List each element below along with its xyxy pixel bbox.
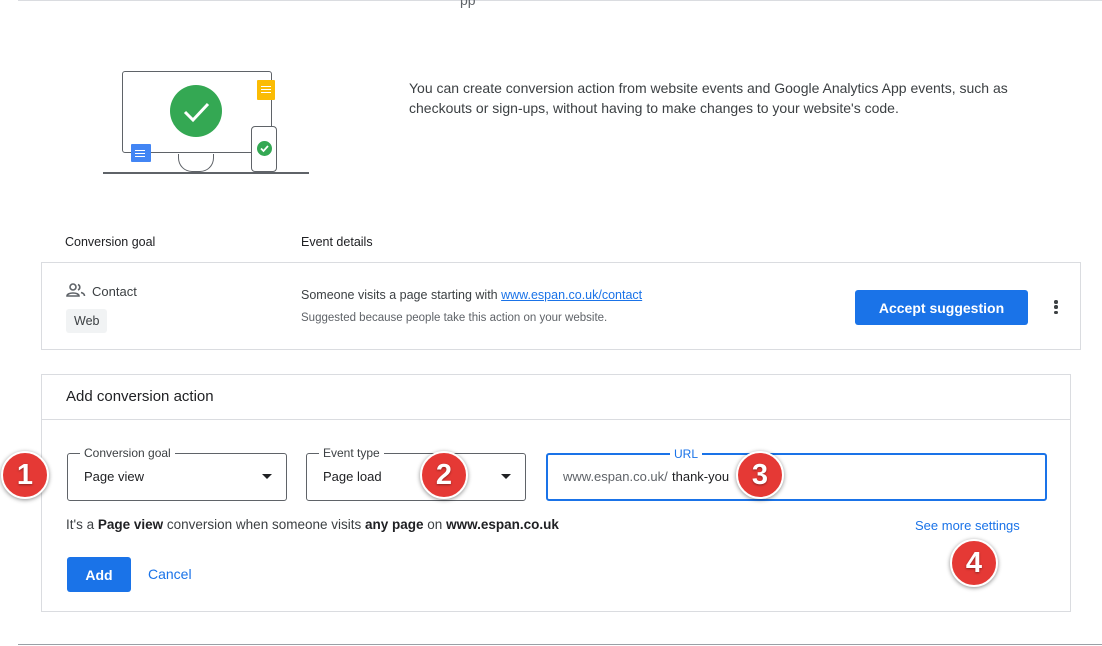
conversion-goal-value: Page view [84, 469, 144, 484]
callout-badge-4: 4 [950, 539, 998, 587]
phone-graphic [251, 126, 277, 172]
callout-badge-3: 3 [736, 451, 784, 499]
helper-domain: www.espan.co.uk [446, 517, 559, 532]
callout-badge-1: 1 [1, 451, 49, 499]
ground-line [103, 172, 309, 174]
conversion-illustration [100, 68, 312, 176]
add-conversion-card: Add conversion action Conversion goal Pa… [41, 374, 1071, 612]
yellow-note-icon [257, 80, 275, 100]
dropdown-arrow-icon [262, 474, 272, 479]
add-conversion-title: Add conversion action [66, 388, 214, 405]
url-label: URL [670, 447, 703, 461]
url-input[interactable]: URL www.espan.co.uk/ thank-you [546, 447, 1047, 501]
contact-page-link[interactable]: www.espan.co.uk/contact [501, 288, 642, 302]
cancel-button[interactable]: Cancel [148, 566, 192, 582]
url-prefix: www.espan.co.uk/ [563, 469, 668, 484]
callout-badge-2: 2 [420, 451, 468, 499]
conversion-goal-select[interactable]: Conversion goal Page view [67, 446, 287, 501]
helper-part: It's a [66, 517, 98, 532]
conversion-goal-label: Conversion goal [80, 446, 175, 460]
suggestion-description: Someone visits a page starting with www.… [301, 288, 642, 302]
monitor-stand-graphic [178, 154, 214, 172]
blue-note-icon [131, 144, 151, 162]
helper-part: on [423, 517, 447, 532]
column-header-goal: Conversion goal [65, 235, 156, 249]
accept-suggestion-button[interactable]: Accept suggestion [855, 290, 1028, 325]
add-button[interactable]: Add [67, 557, 131, 592]
helper-goal: Page view [97, 517, 164, 532]
event-type-value: Page load [323, 469, 382, 484]
suggestion-card: Contact Web Someone visits a page starti… [41, 262, 1081, 350]
card-divider [42, 419, 1070, 420]
suggestion-description-text: Someone visits a page starting with [301, 288, 502, 302]
intro-text: You can create conversion action from we… [409, 80, 1008, 116]
dropdown-arrow-icon [501, 474, 511, 479]
check-circle-icon [170, 85, 222, 137]
more-vert-icon[interactable] [1047, 297, 1065, 317]
event-type-label: Event type [319, 446, 384, 460]
web-chip: Web [66, 309, 108, 333]
phone-check-icon [257, 141, 272, 156]
bottom-divider [18, 644, 1102, 645]
url-value[interactable]: thank-you [672, 469, 729, 484]
event-type-select[interactable]: Event type Page load [306, 446, 526, 501]
helper-part: conversion when someone visits [163, 517, 365, 532]
helper-text: It's a Page view conversion when someone… [66, 517, 559, 532]
cut-off-heading: pp [460, 0, 476, 8]
see-more-settings-link[interactable]: See more settings [915, 518, 1020, 533]
suggestion-reason: Suggested because people take this actio… [301, 312, 608, 324]
helper-scope: any page [365, 517, 424, 532]
top-divider [18, 0, 1102, 1]
column-header-details: Event details [301, 235, 373, 249]
suggestion-goal-name: Contact [92, 284, 137, 299]
people-icon [66, 283, 86, 302]
